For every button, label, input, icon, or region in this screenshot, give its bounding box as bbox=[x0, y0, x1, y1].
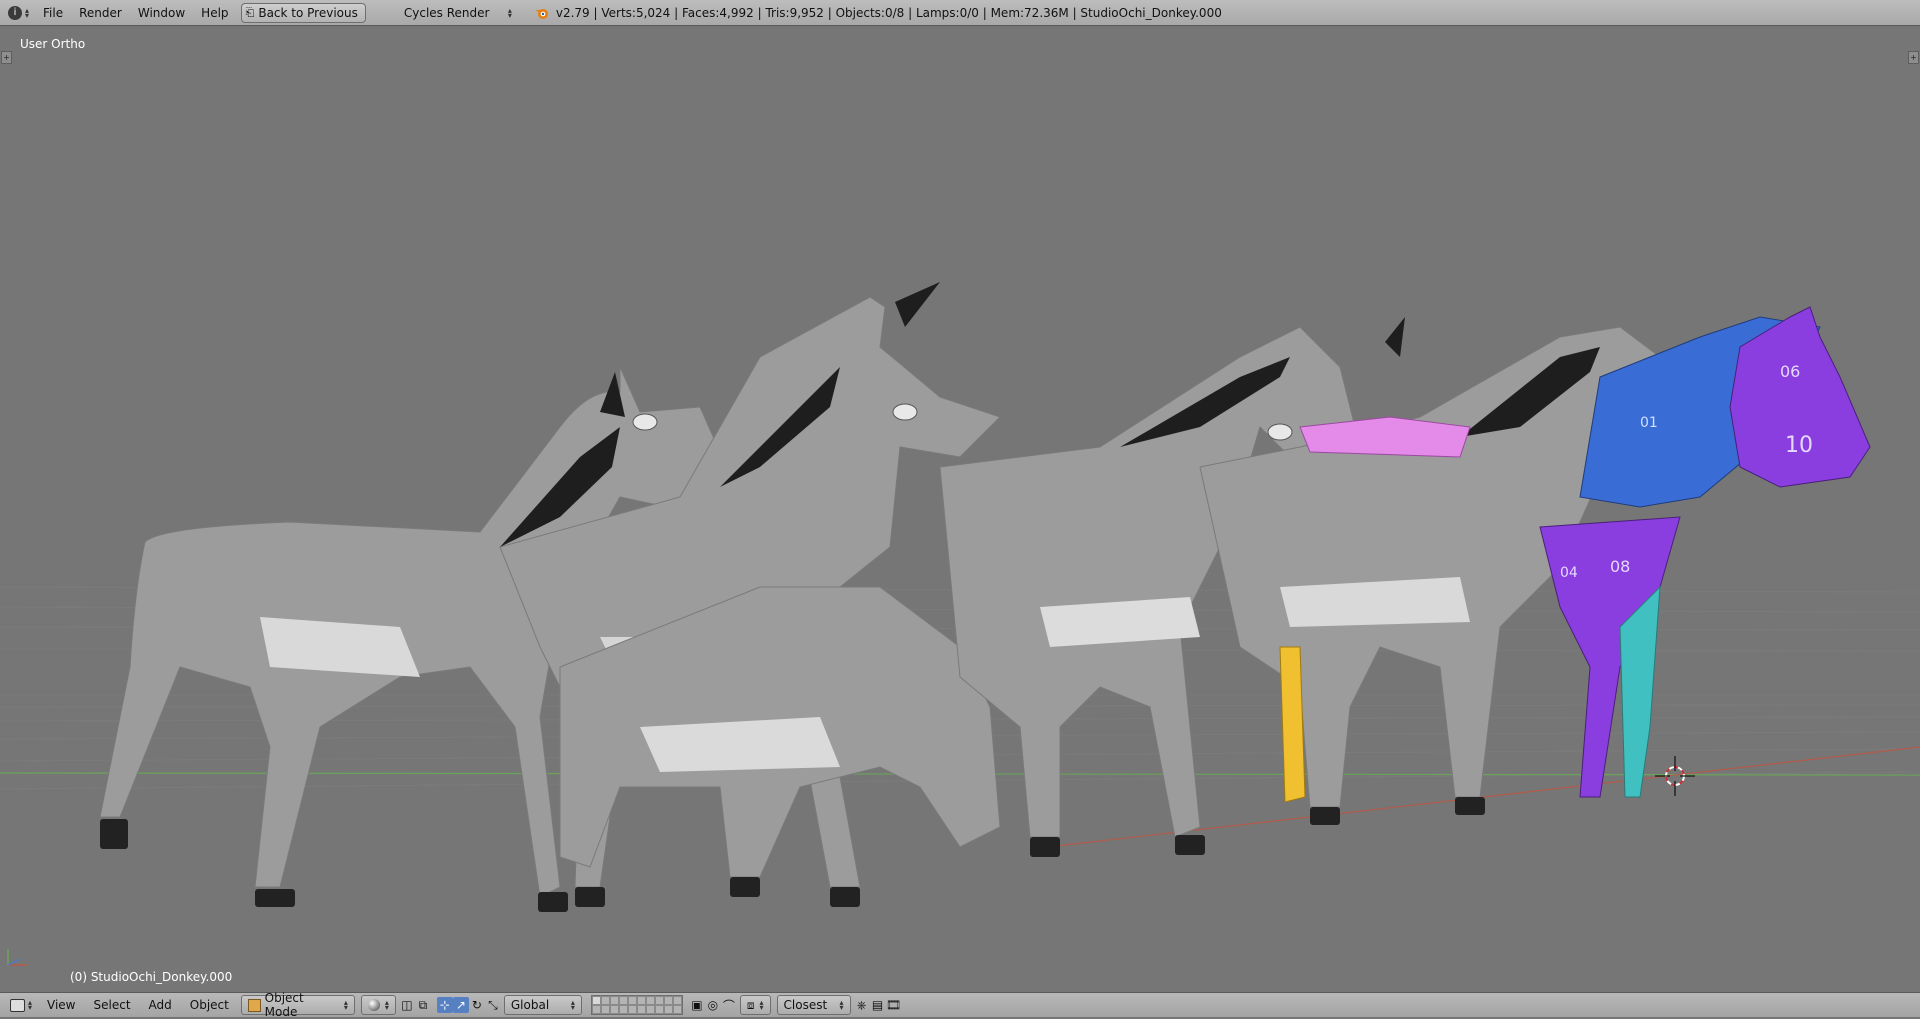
snap-element-select[interactable]: ⧈ ▴ ▾ bbox=[739, 995, 771, 1015]
render-engine-value: Cycles Render bbox=[403, 5, 490, 20]
layer-19[interactable] bbox=[663, 1005, 673, 1014]
mode-value: Object Mode bbox=[264, 991, 304, 1019]
layer-20[interactable] bbox=[672, 1005, 682, 1014]
axis-gizmo-icon bbox=[7, 949, 28, 966]
updown-arrows-icon: ▴ ▾ bbox=[343, 998, 348, 1012]
3d-cursor-icon[interactable] bbox=[1655, 756, 1695, 796]
layer-buttons[interactable] bbox=[590, 995, 683, 1015]
menu-add[interactable]: Add bbox=[140, 993, 181, 1018]
render-still-icon[interactable]: ▤ bbox=[870, 997, 886, 1013]
layer-8[interactable] bbox=[654, 996, 664, 1005]
editor-type-selector[interactable]: ▴ ▾ bbox=[0, 993, 38, 1018]
layer-10[interactable] bbox=[672, 996, 682, 1005]
render-engine-select[interactable]: Cycles Render ▴ ▾ bbox=[390, 6, 520, 20]
updown-arrows-icon: ▴ ▾ bbox=[384, 998, 389, 1012]
layer-7[interactable] bbox=[645, 996, 655, 1005]
plus-icon: + bbox=[1910, 53, 1917, 62]
object-cube-icon bbox=[247, 998, 261, 1012]
menu-view[interactable]: View bbox=[38, 993, 84, 1018]
back-to-previous-button[interactable]: ⎗ Back to Previous bbox=[240, 2, 366, 23]
back-arrow-icon: ⎗ bbox=[245, 5, 255, 19]
scene-stats: v2.79 | Verts:5,024 | Faces:4,992 | Tris… bbox=[534, 6, 1222, 20]
view-label: User Ortho bbox=[20, 37, 86, 51]
layer-11[interactable] bbox=[591, 1005, 601, 1014]
manipulator-group: ⊹ ↗ ↻ ⤡ bbox=[436, 997, 501, 1013]
stats-text: v2.79 | Verts:5,024 | Faces:4,992 | Tris… bbox=[555, 5, 1222, 20]
editor-type-selector[interactable]: i ▴ ▾ bbox=[0, 0, 35, 26]
snap-target-select[interactable]: Closest ▴ ▾ bbox=[776, 995, 851, 1015]
manipulator-toggle-icon[interactable]: ⊹ bbox=[436, 997, 453, 1013]
layer-9[interactable] bbox=[663, 996, 673, 1005]
layer-16[interactable] bbox=[636, 1005, 646, 1014]
proportional-edit-icon[interactable]: ◎ bbox=[705, 997, 721, 1013]
layer-1[interactable] bbox=[591, 996, 601, 1005]
layer-4[interactable] bbox=[618, 996, 628, 1005]
translate-manipulator-icon[interactable]: ↗ bbox=[452, 997, 469, 1013]
properties-toggle[interactable]: + bbox=[1908, 51, 1919, 64]
orientation-value: Global bbox=[510, 998, 550, 1012]
updown-arrows-icon: ▴ ▾ bbox=[570, 998, 575, 1012]
scale-manipulator-icon[interactable]: ⤡ bbox=[485, 997, 501, 1013]
pivot-point-icon[interactable]: ◫ bbox=[399, 997, 415, 1013]
layer-12[interactable] bbox=[600, 1005, 610, 1014]
menu-select[interactable]: Select bbox=[85, 993, 140, 1018]
hooves bbox=[100, 797, 1485, 912]
render-animation-icon[interactable]: 🎞 bbox=[886, 997, 902, 1013]
rotate-manipulator-icon[interactable]: ↻ bbox=[469, 997, 485, 1013]
blender-icon bbox=[534, 8, 548, 19]
menu-render[interactable]: Render bbox=[71, 0, 130, 26]
menu-window[interactable]: Window bbox=[130, 0, 193, 26]
lock-layers-icon[interactable]: ▣ bbox=[689, 997, 705, 1013]
uv-number-3: 08 bbox=[1610, 557, 1630, 576]
auto-keying-icon[interactable]: ⎈ bbox=[854, 997, 870, 1013]
transform-orientation-select[interactable]: Global ▴ ▾ bbox=[503, 995, 582, 1015]
3d-view-icon bbox=[10, 998, 25, 1012]
layer-6[interactable] bbox=[636, 996, 646, 1005]
active-object-label: (0) StudioOchi_Donkey.000 bbox=[70, 970, 233, 984]
uv-number-1: 06 bbox=[1780, 362, 1800, 381]
layer-5[interactable] bbox=[627, 996, 637, 1005]
layer-17[interactable] bbox=[645, 1005, 655, 1014]
back-to-previous-label: Back to Previous bbox=[258, 5, 358, 20]
snap-target-value: Closest bbox=[783, 998, 828, 1012]
layer-3[interactable] bbox=[609, 996, 619, 1005]
viewport-shading-select[interactable]: ▴ ▾ bbox=[360, 995, 396, 1015]
3d-viewport[interactable]: 06 10 08 04 01 User Ortho (0) StudioOchi… bbox=[0, 27, 1920, 992]
uv-number-2: 10 bbox=[1785, 433, 1813, 458]
updown-arrows-icon: ▴ ▾ bbox=[25, 5, 30, 20]
shading-sphere-icon bbox=[367, 999, 380, 1011]
layer-15[interactable] bbox=[627, 1005, 637, 1014]
info-icon: i bbox=[8, 5, 22, 20]
snap-pivot-icon[interactable]: ⧉ bbox=[415, 997, 431, 1013]
updown-arrows-icon: ▴ ▾ bbox=[759, 998, 764, 1012]
layer-18[interactable] bbox=[654, 1005, 664, 1014]
snap-element-icon: ⧈ bbox=[746, 997, 755, 1012]
layer-13[interactable] bbox=[609, 1005, 619, 1014]
mode-select[interactable]: Object Mode ▴ ▾ bbox=[240, 991, 355, 1019]
updown-arrows-icon: ▴ ▾ bbox=[507, 5, 512, 20]
viewport-scene[interactable]: 06 10 08 04 01 bbox=[0, 27, 1920, 992]
updown-arrows-icon: ▴ ▾ bbox=[28, 998, 33, 1012]
layer-2[interactable] bbox=[600, 996, 610, 1005]
menu-file[interactable]: File bbox=[35, 0, 71, 26]
updown-arrows-icon: ▴ ▾ bbox=[839, 998, 844, 1012]
uv-number-4: 04 bbox=[1560, 565, 1578, 581]
plus-icon: + bbox=[3, 53, 10, 62]
tool-shelf-toggle[interactable]: + bbox=[1, 51, 12, 64]
layer-14[interactable] bbox=[618, 1005, 628, 1014]
3d-view-header: ▴ ▾ View Select Add Object Object Mode ▴ ▾… bbox=[0, 991, 1920, 1019]
uv-leg-yellow bbox=[1279, 646, 1306, 803]
info-header: i ▴ ▾ File Render Window Help ⎗ Back to P… bbox=[0, 0, 1920, 26]
menu-help[interactable]: Help bbox=[193, 0, 236, 26]
menu-object[interactable]: Object bbox=[181, 993, 238, 1018]
uv-number-5: 01 bbox=[1640, 415, 1658, 431]
snap-magnet-icon[interactable]: ⌒ bbox=[721, 997, 737, 1013]
